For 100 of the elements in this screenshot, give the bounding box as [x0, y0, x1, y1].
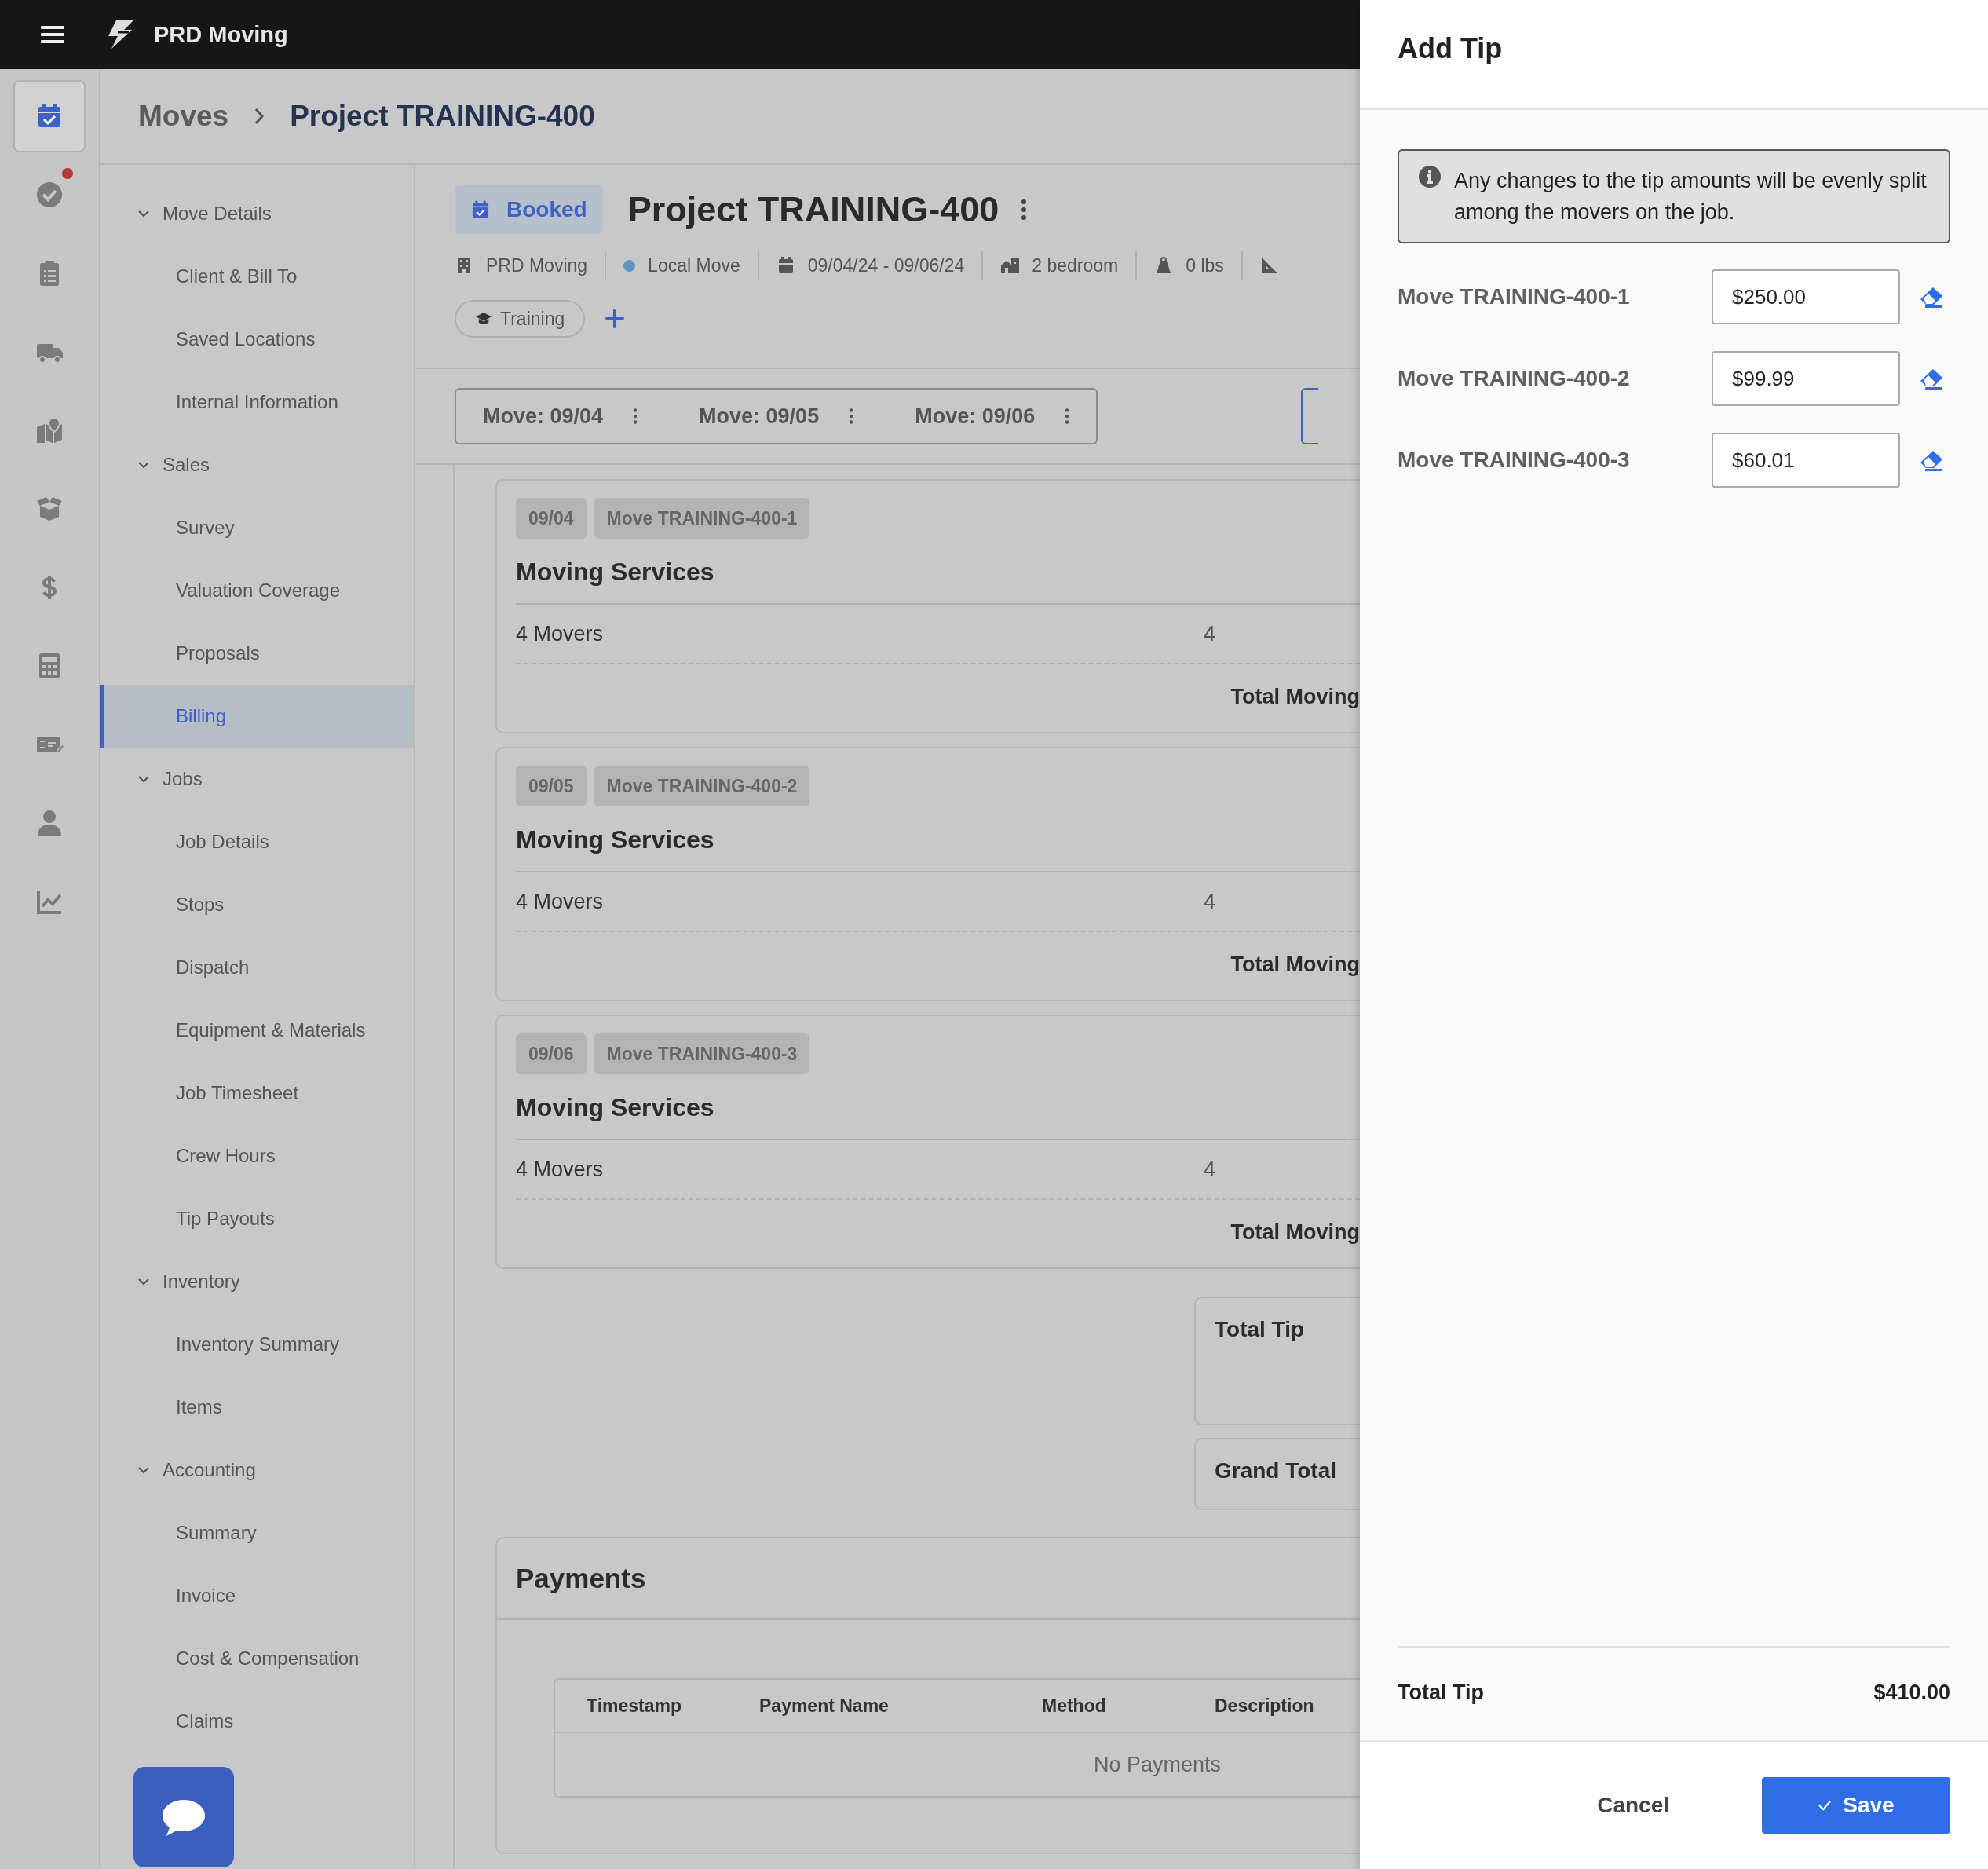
column-header: Method: [1042, 1695, 1107, 1717]
breadcrumb-link[interactable]: Moves: [138, 100, 229, 133]
check-circle-icon: [35, 181, 64, 209]
nav-item[interactable]: Stops: [100, 873, 414, 936]
map-pin-icon: [35, 416, 64, 444]
meta-label: 0 lbs: [1186, 254, 1224, 276]
meta-label: 09/04/24 - 09/06/24: [807, 254, 965, 276]
calendar-check-icon: [470, 199, 491, 220]
eraser-icon: [1919, 448, 1944, 472]
rail-button[interactable]: [13, 80, 86, 152]
nav-item[interactable]: Equipment & Materials: [100, 999, 414, 1062]
line-item-quantity: 4: [1204, 889, 1216, 914]
drawer-title: Add Tip: [1398, 32, 1503, 65]
ruler-icon: [1259, 256, 1279, 275]
meta-label: Local Move: [648, 254, 740, 276]
column-header: Timestamp: [587, 1695, 682, 1717]
nav-item[interactable]: Summary: [100, 1501, 414, 1564]
tip-amount-field[interactable]: $60.01: [1712, 433, 1900, 488]
nav-item[interactable]: Claims: [100, 1690, 414, 1753]
open-box-icon: [35, 495, 64, 523]
tip-label: Move TRAINING-400-3: [1398, 448, 1631, 473]
nav-item[interactable]: Tip Payouts: [100, 1187, 414, 1250]
nav-item[interactable]: Items: [100, 1376, 414, 1439]
plus-icon: [604, 308, 627, 330]
nav-item[interactable]: Billing: [100, 685, 414, 748]
column-header: Description: [1215, 1695, 1314, 1717]
nav-section[interactable]: Sales: [100, 433, 414, 496]
nav-item[interactable]: Saved Locations: [100, 308, 414, 371]
nav-item[interactable]: Crew Hours: [100, 1125, 414, 1187]
nav-item[interactable]: Survey: [100, 496, 414, 559]
meta-label: 2 bedroom: [1032, 254, 1119, 276]
nav-section[interactable]: Move Details: [100, 182, 414, 245]
app-name: PRD Moving: [154, 21, 288, 48]
line-item-name: 4 Movers: [516, 889, 605, 914]
chevron-icon: [137, 210, 150, 218]
line-item-name: 4 Movers: [516, 1157, 605, 1182]
tip-label: Move TRAINING-400-2: [1398, 366, 1631, 391]
clear-button[interactable]: [1919, 448, 1944, 472]
nav-item[interactable]: Job Timesheet: [100, 1062, 414, 1125]
total-label: Total Moving: [1230, 684, 1360, 709]
clear-button[interactable]: [1919, 367, 1944, 390]
move-tag: Move TRAINING-400-3: [594, 1033, 810, 1074]
nav-item[interactable]: Cost & Compensation: [100, 1627, 414, 1690]
save-button[interactable]: Save: [1762, 1777, 1950, 1834]
project-title: Project TRAINING-400: [627, 189, 999, 230]
move-tab[interactable]: Move: 09/04: [483, 404, 638, 429]
column-header: Payment Name: [759, 1695, 890, 1717]
date-tag: 09/05: [516, 766, 587, 806]
card-title: Moving Services: [516, 558, 1360, 605]
nav-item[interactable]: Job Details: [100, 810, 414, 873]
graduation-cap-icon: [475, 312, 492, 326]
nav-item[interactable]: Valuation Coverage: [100, 559, 414, 622]
empty-message: No Payments: [1093, 1751, 1222, 1778]
total-label: Total Moving: [1230, 952, 1360, 977]
kebab-menu-icon: [1065, 407, 1070, 426]
move-tab[interactable]: Move: 09/06: [915, 404, 1070, 429]
status-label: Booked: [506, 197, 587, 222]
chevron-right-icon: [254, 108, 265, 125]
nav-section[interactable]: Accounting: [100, 1439, 414, 1501]
info-icon: [1418, 165, 1442, 188]
move-tab[interactable]: Move: 09/05: [699, 404, 854, 429]
total-tip-label: Total Tip: [1398, 1680, 1484, 1705]
total-tip-label: Total Tip: [1215, 1317, 1305, 1341]
move-tag: Move TRAINING-400-1: [594, 498, 810, 539]
nav-section[interactable]: Jobs: [100, 748, 414, 810]
nav-item[interactable]: Inventory Summary: [100, 1313, 414, 1376]
line-item-quantity: 4: [1204, 621, 1216, 646]
total-label: Total Moving: [1230, 1220, 1360, 1245]
eraser-icon: [1919, 367, 1944, 390]
cancel-button[interactable]: Cancel: [1589, 1785, 1677, 1826]
nav-section[interactable]: Inventory: [100, 1250, 414, 1313]
notice-text: Any changes to the tip amounts will be evenly split among the movers on the job.: [1454, 168, 1928, 225]
button-edge[interactable]: [1301, 388, 1319, 444]
chevron-icon: [137, 461, 150, 469]
chat-button[interactable]: [133, 1767, 234, 1867]
chevron-icon: [137, 1278, 150, 1286]
total-tip-amount: $410.00: [1873, 1680, 1950, 1705]
chevron-icon: [137, 775, 150, 783]
nav-item[interactable]: Dispatch: [100, 936, 414, 999]
tip-amount-field[interactable]: $99.99: [1712, 351, 1900, 406]
payments-title: Payments: [497, 1538, 1360, 1620]
date-tag: 09/04: [516, 498, 587, 539]
breadcrumb-current: Project TRAINING-400: [290, 100, 595, 133]
tip-amount-field[interactable]: $250.00: [1712, 269, 1900, 324]
line-item-quantity: 4: [1204, 1157, 1216, 1182]
buildings-icon: [1000, 256, 1020, 275]
nav-item[interactable]: Client & Bill To: [100, 245, 414, 308]
kebab-menu-icon: [633, 407, 638, 426]
card-title: Moving Services: [516, 1093, 1360, 1140]
chevron-icon: [137, 1466, 150, 1474]
nav-item[interactable]: Proposals: [100, 622, 414, 685]
grand-total-label: Grand Total: [1215, 1458, 1338, 1483]
tag-chip[interactable]: Training: [455, 300, 586, 338]
notification-dot: [62, 168, 73, 179]
clear-button[interactable]: [1919, 285, 1944, 309]
nav-item[interactable]: Internal Information: [100, 371, 414, 433]
tip-label: Move TRAINING-400-1: [1398, 284, 1631, 309]
nav-item[interactable]: Invoice: [100, 1564, 414, 1627]
kebab-menu-icon: [849, 407, 854, 426]
check-icon: [1818, 1800, 1833, 1811]
